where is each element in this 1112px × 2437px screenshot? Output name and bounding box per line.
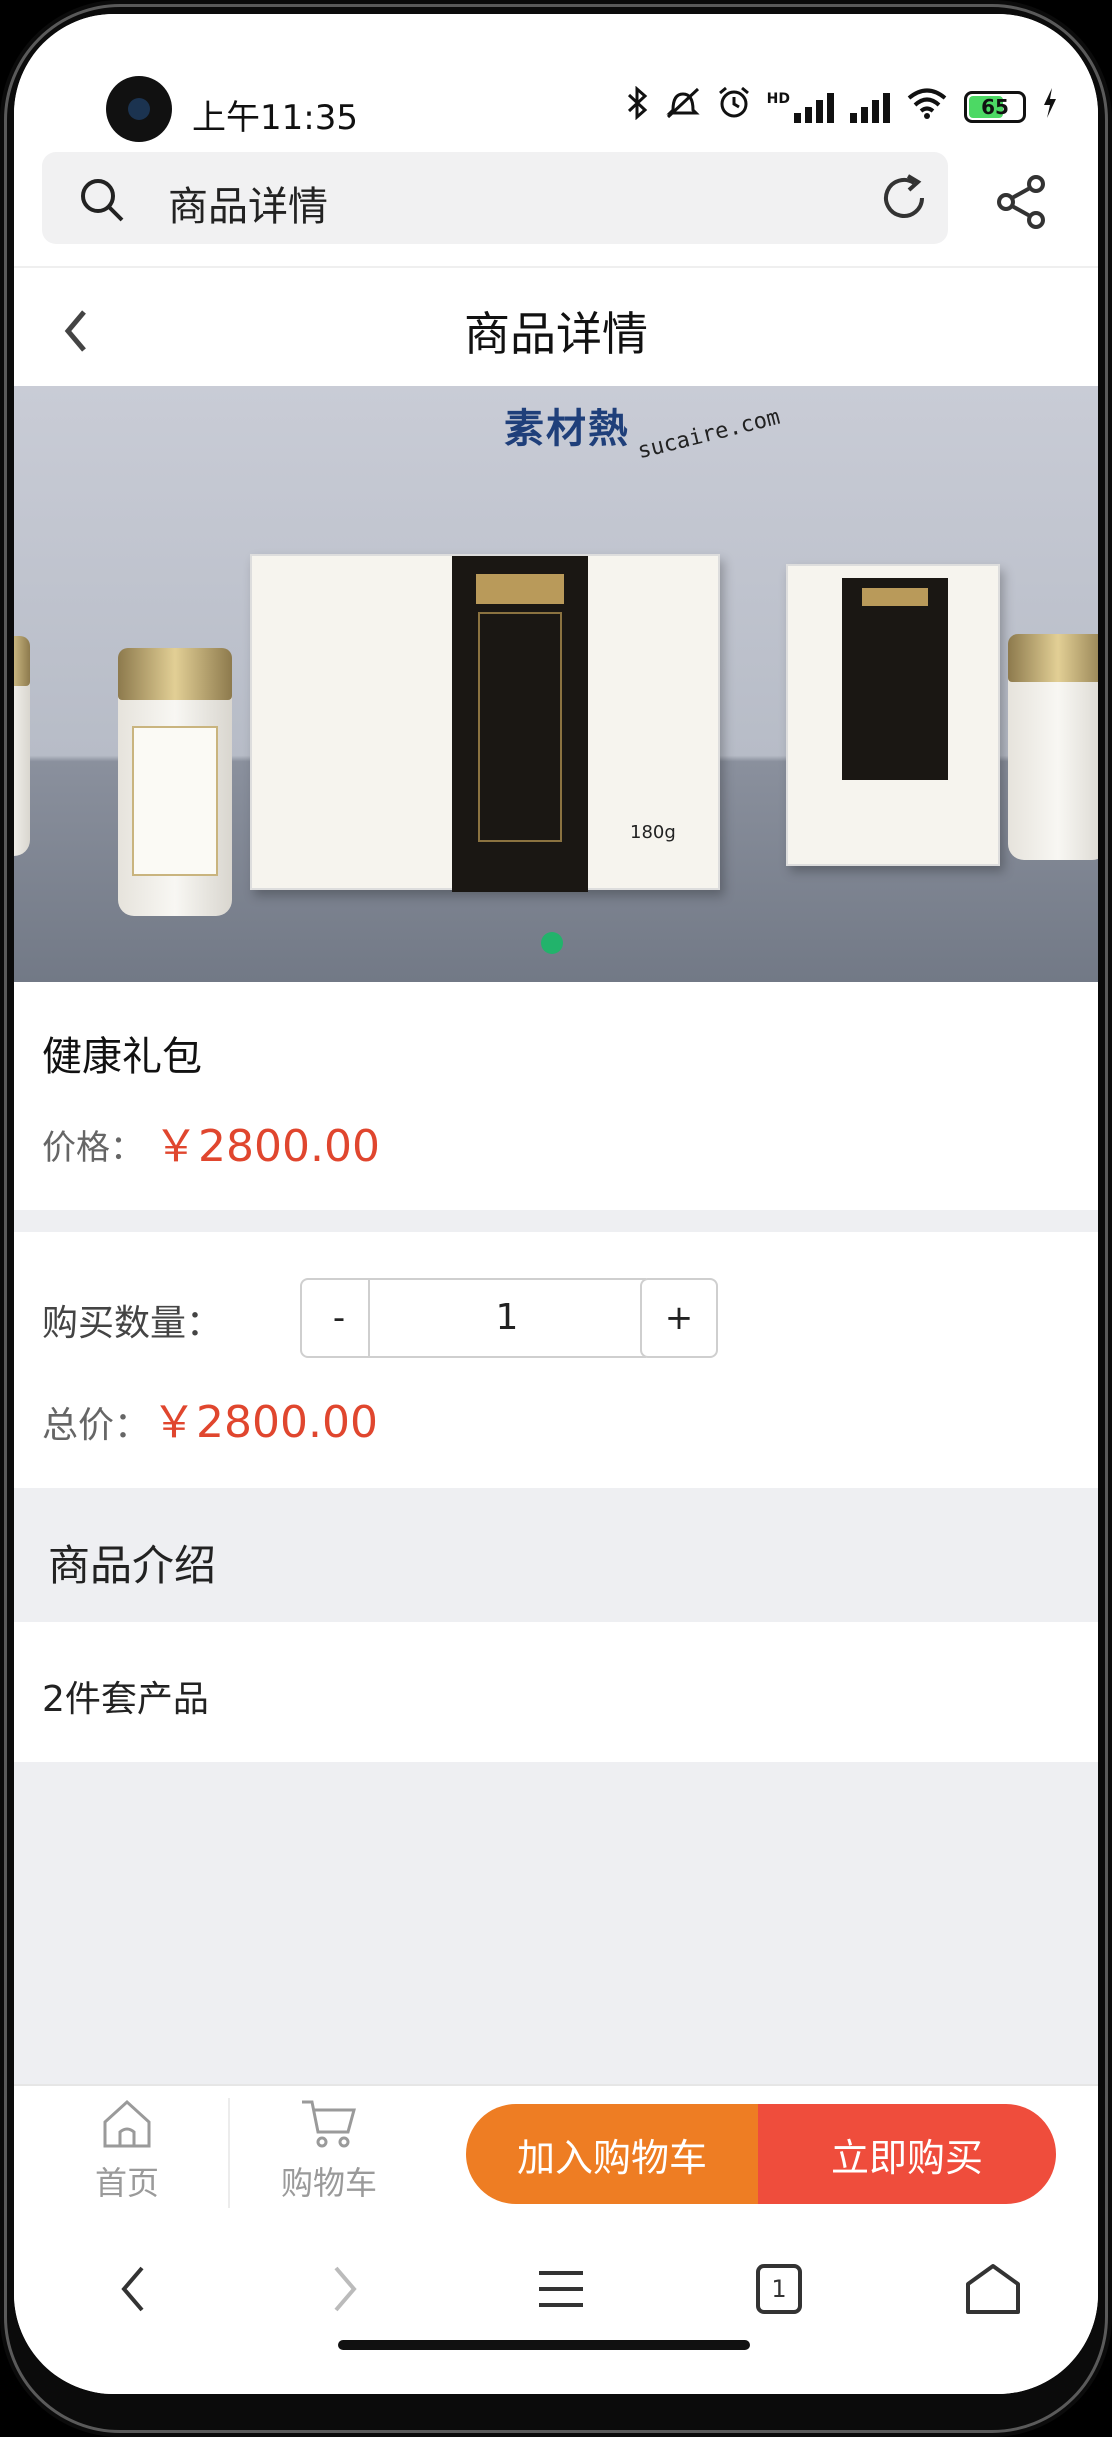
cart-nav-label: 购物车 xyxy=(280,2164,377,2202)
carousel-indicator-dot[interactable] xyxy=(541,932,563,954)
wifi-icon xyxy=(906,87,948,127)
purchase-button-group: 加入购物车 立即购买 xyxy=(466,2104,1056,2204)
mute-icon xyxy=(665,86,701,128)
page-header: 商品详情 xyxy=(14,266,1098,384)
cart-nav-button[interactable]: 购物车 xyxy=(228,2098,428,2208)
quantity-input[interactable]: 1 xyxy=(368,1278,646,1358)
battery-level: 65 xyxy=(981,95,1009,119)
section-divider xyxy=(14,1210,1098,1232)
product-jar-image xyxy=(14,636,30,856)
tab-count: 1 xyxy=(756,2264,802,2314)
product-box-image xyxy=(786,564,1000,866)
status-icons: HD 65 xyxy=(627,85,1058,128)
browser-forward-icon[interactable] xyxy=(310,2254,380,2324)
add-to-cart-button[interactable]: 加入购物车 xyxy=(466,2104,758,2204)
status-time: 上午11:35 xyxy=(192,98,358,138)
product-jar-image xyxy=(1008,634,1098,860)
product-box-image: 180g xyxy=(250,554,720,892)
product-intro-body: 2件套产品 xyxy=(14,1622,1098,1762)
product-info: 健康礼包 价格： ￥2800.00 xyxy=(14,982,1098,1210)
browser-back-icon[interactable] xyxy=(98,2254,168,2324)
signal-icon xyxy=(850,91,890,123)
bluetooth-icon xyxy=(627,85,649,128)
browser-bottom-nav: 1 xyxy=(14,2218,1098,2394)
product-intro-text: 2件套产品 xyxy=(42,1679,209,1720)
status-bar: 上午11:35 HD 65 商品详情 xyxy=(14,14,1098,244)
empty-area xyxy=(14,1762,1098,2084)
phone-frame: 上午11:35 HD 65 商品详情 商品详情 素材熱 sucaire.com … xyxy=(0,0,1112,2437)
watermark-url: sucaire.com xyxy=(635,404,783,464)
product-image-carousel[interactable]: 素材熱 sucaire.com 180g xyxy=(14,386,1098,982)
product-intro-title: 商品介绍 xyxy=(48,1541,217,1590)
watermark: 素材熱 sucaire.com xyxy=(504,396,783,464)
watermark-logo: 素材熱 xyxy=(504,406,630,452)
alarm-icon xyxy=(717,86,751,128)
product-intro-header: 商品介绍 xyxy=(14,1488,1098,1622)
quantity-label: 购买数量： xyxy=(42,1303,223,1344)
page-title: 商品详情 xyxy=(464,307,648,361)
product-name: 健康礼包 xyxy=(42,1034,202,1080)
browser-address-bar[interactable]: 商品详情 xyxy=(42,152,948,244)
phone-screen: 上午11:35 HD 65 商品详情 商品详情 素材熱 sucaire.com … xyxy=(14,14,1098,2394)
bottom-action-bar: 首页 购物车 加入购物车 立即购买 xyxy=(14,2084,1098,2218)
product-jar-image xyxy=(118,648,232,916)
battery-icon: 65 xyxy=(964,91,1026,123)
charging-icon xyxy=(1042,87,1058,127)
signal-icon: HD xyxy=(767,91,834,123)
share-icon[interactable] xyxy=(994,174,1050,234)
refresh-icon[interactable] xyxy=(878,172,930,228)
home-icon xyxy=(100,2098,154,2154)
home-nav-label: 首页 xyxy=(94,2164,159,2202)
search-icon xyxy=(78,176,126,228)
total-price-label: 总价： xyxy=(42,1405,151,1446)
address-bar-text: 商品详情 xyxy=(168,184,328,230)
home-indicator[interactable] xyxy=(338,2340,750,2350)
quantity-increase-button[interactable]: + xyxy=(640,1278,718,1358)
total-price: ￥2800.00 xyxy=(152,1397,378,1448)
quantity-decrease-button[interactable]: - xyxy=(300,1278,378,1358)
hd-label: HD xyxy=(766,91,790,107)
cart-icon xyxy=(300,2098,358,2154)
browser-tabs-icon[interactable]: 1 xyxy=(744,2254,814,2324)
browser-menu-icon[interactable] xyxy=(526,2254,596,2324)
price-label: 价格： xyxy=(42,1128,144,1168)
browser-home-icon[interactable] xyxy=(958,2254,1028,2324)
home-nav-button[interactable]: 首页 xyxy=(42,2098,212,2208)
purchase-section: 购买数量： - 1 + 总价： ￥2800.00 xyxy=(14,1232,1098,1488)
front-camera xyxy=(106,76,172,142)
product-price: ￥2800.00 xyxy=(154,1121,380,1172)
buy-now-button[interactable]: 立即购买 xyxy=(758,2104,1056,2204)
